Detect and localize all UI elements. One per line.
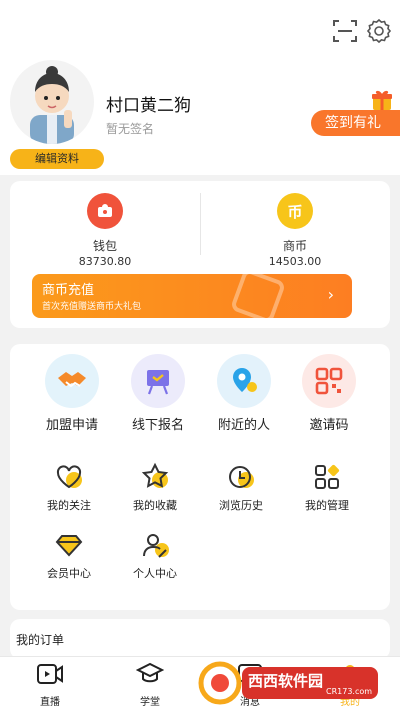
tool-follow[interactable]: 我的关注: [29, 462, 109, 513]
star-icon: [141, 462, 169, 488]
diamond-icon: [55, 535, 83, 557]
features-card: 加盟申请 线下报名 附近的人 邀请码 我的关注 我的收藏 浏览历史 我的管理 会…: [10, 344, 390, 610]
wallet-icon: [87, 193, 123, 229]
avatar-illustration: [30, 66, 74, 144]
username: 村口黄二狗: [106, 96, 191, 116]
tab-label: 学堂: [140, 697, 160, 708]
tool-label: 我的管理: [305, 499, 349, 512]
feature-label: 附近的人: [217, 418, 270, 433]
user-edit-icon: [143, 534, 169, 558]
wallet-section[interactable]: 钱包 83730.80: [10, 189, 200, 268]
scan-icon[interactable]: [332, 18, 358, 44]
banner-decor-icon: [232, 274, 284, 318]
video-icon: [37, 664, 63, 684]
recharge-title: 商币充值: [42, 283, 95, 298]
tool-manage[interactable]: 我的管理: [287, 462, 367, 513]
wallet-value: 83730.80: [78, 255, 132, 268]
edit-profile-button[interactable]: 编辑资料: [10, 149, 104, 169]
avatar[interactable]: [10, 60, 94, 144]
settings-icon[interactable]: [366, 18, 392, 44]
feature-join[interactable]: 加盟申请: [37, 354, 107, 433]
watermark-url: CR173.com: [326, 687, 373, 696]
checkin-button[interactable]: 签到有礼: [311, 110, 400, 136]
coins-label: 商币: [282, 239, 307, 253]
wallet-label: 钱包: [92, 239, 117, 253]
tool-label: 会员中心: [47, 567, 91, 580]
tool-history[interactable]: 浏览历史: [201, 462, 281, 513]
location-icon: [217, 354, 271, 408]
signature: 暂无签名: [106, 122, 155, 136]
profile-header: 村口黄二狗 暂无签名 编辑资料 签到有礼: [0, 0, 400, 175]
recharge-subtitle: 首次充值赠送商币大礼包: [42, 302, 142, 312]
feature-label: 线下报名: [131, 418, 184, 433]
watermark-logo: 西西软件园 CR173.com: [196, 660, 386, 706]
feature-label: 邀请码: [309, 418, 349, 433]
tab-school[interactable]: 学堂: [110, 661, 190, 708]
feature-invite[interactable]: 邀请码: [294, 354, 364, 433]
tool-label: 我的收藏: [133, 499, 177, 512]
tool-label: 我的关注: [47, 499, 91, 512]
orders-card[interactable]: 我的订单: [10, 619, 390, 659]
coin-icon: 币: [277, 193, 313, 229]
watermark-brand: 西西软件园: [248, 672, 324, 690]
tab-label: 直播: [40, 697, 60, 708]
graduation-cap-icon: [135, 662, 165, 683]
recharge-banner[interactable]: 商币充值 首次充值赠送商币大礼包 ›: [32, 274, 352, 318]
feature-signup[interactable]: 线下报名: [123, 354, 193, 433]
coins-value: 14503.00: [268, 255, 322, 268]
qrcode-icon: [302, 354, 356, 408]
feature-label: 加盟申请: [45, 418, 98, 433]
chevron-right-icon: ›: [327, 285, 334, 304]
tool-label: 个人中心: [133, 567, 177, 580]
tool-vip[interactable]: 会员中心: [29, 530, 109, 581]
tool-label: 浏览历史: [219, 499, 263, 512]
coins-section[interactable]: 币 商币 14503.00: [200, 189, 390, 268]
heart-icon: [56, 465, 82, 489]
feature-nearby[interactable]: 附近的人: [209, 354, 279, 433]
tool-personal[interactable]: 个人中心: [115, 530, 195, 581]
easel-icon: [131, 354, 185, 408]
tab-live[interactable]: 直播: [10, 661, 90, 708]
orders-label: 我的订单: [16, 633, 65, 647]
grid-icon: [315, 464, 340, 489]
tool-favorites[interactable]: 我的收藏: [115, 462, 195, 513]
handshake-icon: [45, 354, 99, 408]
history-icon: [229, 466, 254, 488]
gift-icon: [372, 90, 392, 110]
